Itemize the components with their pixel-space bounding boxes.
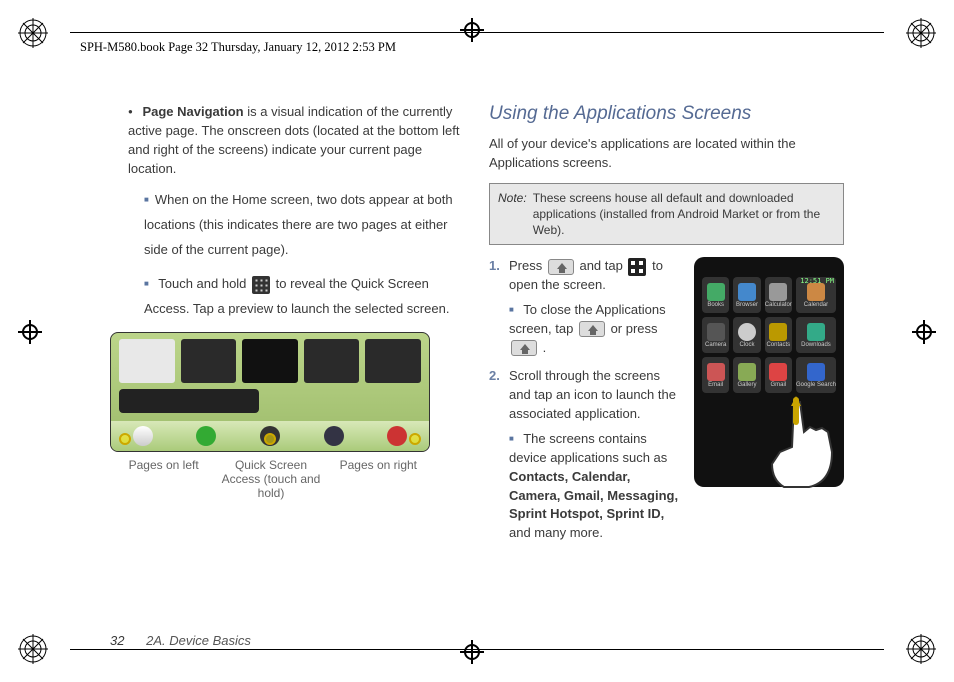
step2-sub-b: and many more.: [509, 525, 603, 540]
section-title: 2A. Device Basics: [146, 633, 251, 648]
step1-sub: To close the Applications screen, tap or…: [509, 301, 684, 358]
phone-status-time: 12:51 PM: [800, 277, 834, 285]
page-footer: 32 2A. Device Basics: [110, 633, 251, 648]
step1-sub-b: or press: [611, 321, 658, 336]
app-item: Browser: [733, 277, 760, 313]
app-label: Calculator: [765, 302, 792, 308]
caption-right: Pages on right: [325, 458, 432, 500]
note-label: Note:: [498, 190, 527, 239]
note-box: Note: These screens house all default an…: [489, 183, 844, 246]
section-intro: All of your device's applications are lo…: [489, 135, 844, 173]
app-label: Gmail: [770, 382, 786, 388]
home-button-icon: [511, 340, 537, 356]
home-button-icon: [548, 259, 574, 275]
app-label: Camera: [705, 342, 726, 348]
app-label: Browser: [736, 302, 758, 308]
crop-mark-icon: [912, 320, 936, 344]
quick-screen-access-figure: [110, 332, 430, 452]
app-label: Calendar: [804, 302, 828, 308]
caption-left: Pages on left: [110, 458, 217, 500]
step1-sub-c: .: [543, 340, 547, 355]
sub-bullet-2: Touch and hold to reveal the Quick Scree…: [110, 272, 465, 321]
app-label: Books: [707, 302, 724, 308]
page-navigation-bullet: Page Navigation is a visual indication o…: [110, 103, 465, 178]
step2-text: Scroll through the screens and tap an ic…: [509, 368, 676, 421]
app-item: Contacts: [765, 317, 792, 353]
app-item: Clock: [733, 317, 760, 353]
registration-mark-icon: [18, 18, 48, 48]
left-column: Page Navigation is a visual indication o…: [110, 103, 465, 594]
app-item: Calculator: [765, 277, 792, 313]
steps-and-phone: Press and tap to open the screen. To clo…: [489, 257, 844, 553]
top-rule: [70, 32, 884, 33]
caption-mid: Quick Screen Access (touch and hold): [217, 458, 324, 500]
step-1: Press and tap to open the screen. To clo…: [489, 257, 684, 357]
app-item: Email: [702, 357, 729, 393]
registration-mark-icon: [906, 634, 936, 664]
step1-b: and tap: [579, 258, 626, 273]
registration-mark-icon: [906, 18, 936, 48]
figure-caption-row: Pages on left Quick Screen Access (touch…: [110, 458, 432, 500]
hand-pointer-icon: [754, 392, 864, 492]
page-navigation-label: Page Navigation: [142, 104, 243, 119]
steps-list: Press and tap to open the screen. To clo…: [489, 257, 684, 553]
sub-bullet-1: When on the Home screen, two dots appear…: [110, 188, 465, 262]
grid-icon: [252, 276, 270, 294]
phone-illustration: 12:51 PM Books Browser Calculator Calend…: [694, 257, 844, 487]
step1-a: Press: [509, 258, 546, 273]
sub2-text-a: Touch and hold: [158, 276, 250, 291]
app-label: Clock: [739, 342, 754, 348]
app-item: Google Search: [796, 357, 836, 393]
crop-mark-icon: [18, 320, 42, 344]
app-item: Camera: [702, 317, 729, 353]
page-frame: SPH-M580.book Page 32 Thursday, January …: [70, 18, 884, 664]
app-item: Downloads: [796, 317, 836, 353]
app-label: Email: [708, 382, 723, 388]
section-heading: Using the Applications Screens: [489, 103, 844, 125]
page-number: 32: [110, 633, 124, 648]
app-label: Gallery: [737, 382, 756, 388]
right-column: Using the Applications Screens All of yo…: [489, 103, 844, 594]
app-label: Downloads: [801, 342, 831, 348]
app-label: Google Search: [796, 382, 836, 388]
app-item: Books: [702, 277, 729, 313]
home-icon: [579, 321, 605, 337]
content-columns: Page Navigation is a visual indication o…: [110, 103, 844, 594]
app-item: Gallery: [733, 357, 760, 393]
step2-sub-a: The screens contains device applications…: [509, 431, 667, 465]
registration-mark-icon: [18, 634, 48, 664]
step-2: Scroll through the screens and tap an ic…: [489, 367, 684, 543]
app-item: Gmail: [765, 357, 792, 393]
step2-apps-bold: Contacts, Calendar, Camera, Gmail, Messa…: [509, 469, 678, 522]
running-head: SPH-M580.book Page 32 Thursday, January …: [80, 40, 396, 55]
app-label: Contacts: [766, 342, 790, 348]
apps-icon: [628, 258, 646, 276]
step2-sub: The screens contains device applications…: [509, 430, 684, 543]
note-text: These screens house all default and down…: [533, 190, 835, 239]
bottom-rule: [70, 649, 884, 650]
